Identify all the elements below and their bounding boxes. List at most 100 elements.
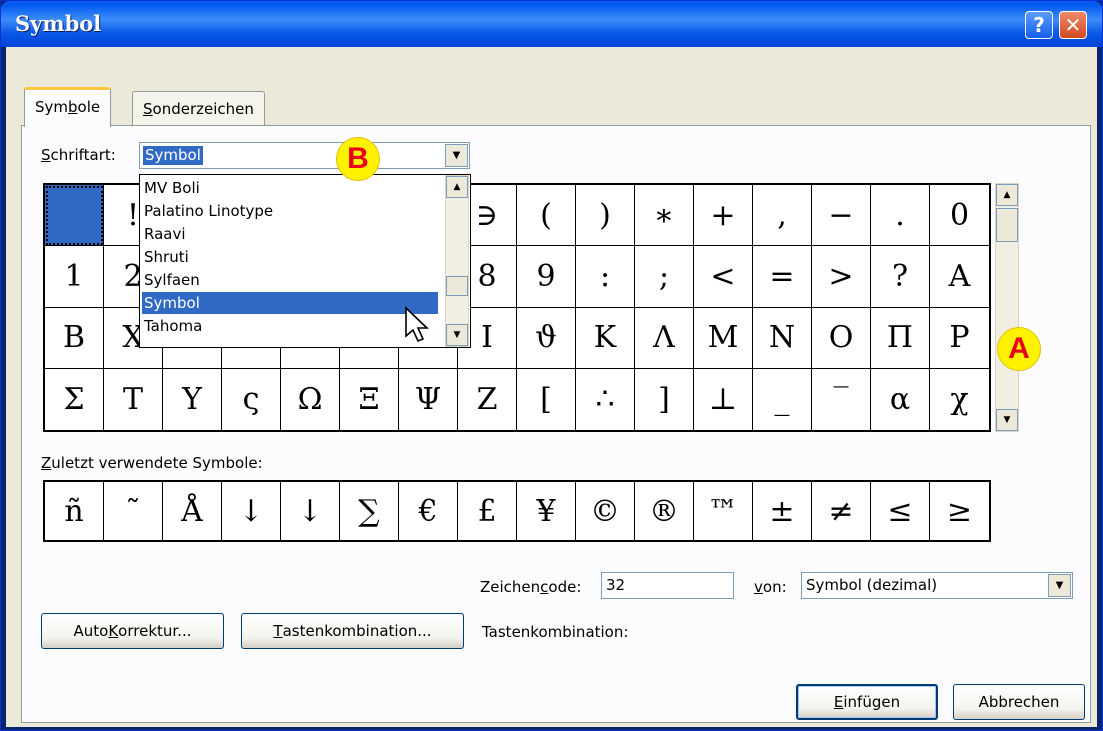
symbol-cell[interactable]: ∴ (576, 368, 635, 430)
font-option[interactable]: Shruti (142, 246, 438, 268)
scroll-thumb[interactable] (996, 208, 1018, 242)
symbol-cell[interactable]: Ψ (399, 368, 458, 430)
symbol-cell[interactable]: [ (517, 368, 576, 430)
tab-sonderzeichen[interactable]: Sonderzeichen (132, 91, 265, 127)
symbol-cell[interactable]: = (753, 246, 812, 308)
symbol-grid-scrollbar[interactable]: ▲ ▼ (995, 183, 1019, 432)
font-list-scroll-down[interactable]: ▼ (446, 324, 468, 346)
recent-label-accel: Z (41, 454, 52, 472)
from-select[interactable]: Symbol (dezimal) ▼ (801, 572, 1073, 599)
recent-symbol-cell[interactable]: ∑ (340, 482, 399, 540)
recent-symbol-cell[interactable]: ≠ (812, 482, 871, 540)
recent-symbol-cell[interactable]: € (399, 482, 458, 540)
font-option[interactable]: Symbol (142, 292, 438, 314)
symbol-cell[interactable]: Α (930, 246, 989, 308)
symbol-cell[interactable]: Τ (104, 368, 163, 430)
autocorrect-button[interactable]: Auto Korrektur... (41, 613, 224, 649)
scroll-down-button[interactable]: ▼ (996, 409, 1018, 431)
cancel-button[interactable]: Abbrechen (953, 684, 1085, 720)
recent-symbol-cell[interactable]: ≤ (871, 482, 930, 540)
symbol-cell[interactable]: Ζ (458, 368, 517, 430)
from-label-text: on: (762, 578, 787, 596)
shortcut-label-a: T (273, 622, 283, 640)
symbol-cell[interactable]: ς (222, 368, 281, 430)
symbol-cell[interactable]: 9 (517, 246, 576, 308)
recent-symbol-cell[interactable]: Å (163, 482, 222, 540)
recent-symbol-cell[interactable]: ® (635, 482, 694, 540)
help-icon: ? (1033, 13, 1045, 37)
insert-button[interactable]: Einfügen (796, 684, 938, 720)
symbol-cell[interactable]: α (871, 368, 930, 430)
symbol-cell[interactable]: ( (517, 185, 576, 247)
symbol-cell[interactable]: + (694, 185, 753, 247)
charcode-input[interactable]: 32 (601, 572, 734, 599)
tab-symbole[interactable]: Symbole (24, 87, 112, 127)
font-list-thumb[interactable] (446, 276, 468, 296)
symbol-cell[interactable] (45, 185, 104, 247)
recent-symbol-cell[interactable]: ™ (694, 482, 753, 540)
symbol-cell[interactable]: ‾ (812, 368, 871, 430)
close-icon: ✕ (1064, 13, 1082, 37)
recent-symbol-cell[interactable]: ñ (45, 482, 104, 540)
symbol-cell[interactable]: ⊥ (694, 368, 753, 430)
font-list-scroll-up[interactable]: ▲ (446, 176, 468, 198)
down-arrow-icon: ▼ (1003, 415, 1011, 425)
font-combobox[interactable]: Symbol ▼ (139, 142, 470, 169)
symbol-cell[interactable]: : (576, 246, 635, 308)
symbol-cell[interactable]: , (753, 185, 812, 247)
symbol-cell[interactable]: < (694, 246, 753, 308)
symbol-cell[interactable]: > (812, 246, 871, 308)
symbol-cell[interactable]: Ξ (340, 368, 399, 430)
symbol-cell[interactable]: χ (930, 368, 989, 430)
font-option[interactable]: Raavi (142, 223, 438, 245)
font-label: Schriftart: (41, 146, 116, 164)
scroll-up-button[interactable]: ▲ (996, 184, 1018, 206)
symbol-cell[interactable]: Μ (694, 307, 753, 369)
font-option[interactable]: Sylfaen (142, 269, 438, 291)
symbol-cell[interactable]: Σ (45, 368, 104, 430)
symbol-cell[interactable]: ∗ (635, 185, 694, 247)
symbol-cell[interactable]: Β (45, 307, 104, 369)
recent-symbol-cell[interactable]: ≥ (930, 482, 989, 540)
recent-symbol-cell[interactable]: ± (753, 482, 812, 540)
close-button[interactable]: ✕ (1059, 11, 1087, 39)
shortcut-button[interactable]: Tastenkombination... (241, 613, 464, 649)
recent-symbol-cell[interactable]: ↓ (222, 482, 281, 540)
symbol-cell[interactable]: Ρ (930, 307, 989, 369)
font-option[interactable]: Tahoma (142, 315, 438, 337)
font-option[interactable]: MV Boli (142, 177, 438, 199)
symbol-cell[interactable]: Υ (163, 368, 222, 430)
font-list-scrollbar[interactable]: ▲ ▼ (445, 175, 469, 347)
symbol-cell[interactable]: Ν (753, 307, 812, 369)
symbol-cell[interactable]: Λ (635, 307, 694, 369)
symbol-cell[interactable]: ] (635, 368, 694, 430)
font-combobox-value[interactable]: Symbol (143, 146, 203, 165)
symbol-cell[interactable]: Ο (812, 307, 871, 369)
symbol-cell[interactable]: ) (576, 185, 635, 247)
symbol-cell[interactable]: − (812, 185, 871, 247)
recent-symbol-cell[interactable]: ↓ (281, 482, 340, 540)
from-dropdown-button[interactable]: ▼ (1048, 574, 1071, 597)
charcode-label-c: ode: (548, 578, 582, 596)
symbol-cell[interactable]: Ω (281, 368, 340, 430)
recent-symbol-cell[interactable]: £ (458, 482, 517, 540)
symbol-cell[interactable]: ? (871, 246, 930, 308)
font-label-text: chriftart: (50, 146, 116, 164)
title-bar[interactable]: Symbol ? ✕ (1, 1, 1102, 47)
recent-symbol-cell[interactable]: ¥ (517, 482, 576, 540)
from-select-value: Symbol (dezimal) (806, 576, 938, 594)
font-dropdown-button[interactable]: ▼ (445, 144, 468, 167)
symbol-cell[interactable]: ; (635, 246, 694, 308)
symbol-cell[interactable]: . (871, 185, 930, 247)
recent-symbol-cell[interactable]: ˜ (104, 482, 163, 540)
help-button[interactable]: ? (1025, 11, 1053, 39)
recent-symbol-cell[interactable]: © (576, 482, 635, 540)
font-option[interactable]: Palatino Linotype (142, 200, 438, 222)
recent-symbols-grid[interactable]: ñ ˜ Å ↓ ↓ ∑ € £ ¥ © ® ™ ± ≠ ≤ ≥ (43, 480, 991, 542)
symbol-cell[interactable]: 1 (45, 246, 104, 308)
symbol-cell[interactable]: Π (871, 307, 930, 369)
symbol-cell[interactable]: 0 (930, 185, 989, 247)
symbol-cell[interactable]: _ (753, 368, 812, 430)
symbol-cell[interactable]: Κ (576, 307, 635, 369)
symbol-cell[interactable]: ϑ (517, 307, 576, 369)
